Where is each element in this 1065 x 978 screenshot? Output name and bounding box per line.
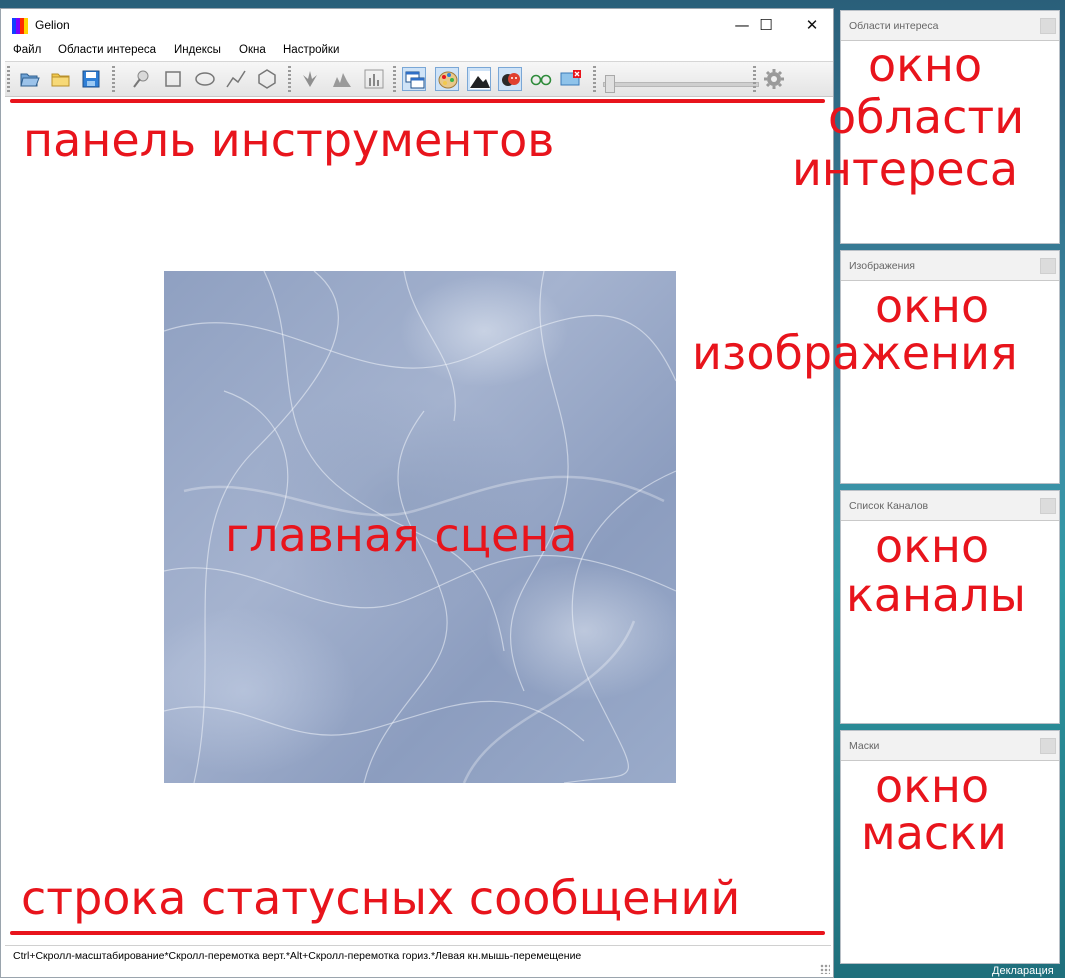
roi-annotation-line-3: интереса [792,142,1019,196]
title-bar[interactable]: Gelion — ☐ ✕ [1,9,833,41]
menu-windows[interactable]: Окна [239,44,266,56]
settings-gear-icon[interactable] [762,67,786,91]
menu-file[interactable]: Файл [13,44,41,56]
main-window: Gelion — ☐ ✕ Файл Области интереса Индек… [0,8,834,978]
masks-panel-title: Маски [841,731,1059,761]
window-title: Gelion [35,18,70,32]
menu-bar: Файл Области интереса Индексы Окна Настр… [1,42,833,60]
folder-icon[interactable] [49,67,73,91]
glasses-icon[interactable] [529,67,553,91]
histogram-icon[interactable] [330,67,354,91]
zoom-slider-thumb[interactable] [605,75,615,93]
images-panel-float-button[interactable] [1040,258,1056,274]
roi-panel-title: Области интереса [841,11,1059,41]
landscape-icon[interactable] [467,67,491,91]
roi-annotation-line-1: окно [868,38,983,92]
images-panel-title: Изображения [841,251,1059,281]
bar-chart-icon[interactable] [362,67,386,91]
menu-settings[interactable]: Настройки [283,44,339,56]
menu-roi[interactable]: Области интереса [58,44,156,56]
masks-annotation-line-1: окно [875,759,990,813]
statusbar-annotation: строка статусных сообщений [21,871,741,925]
close-image-icon[interactable] [559,67,583,91]
windows-icon[interactable] [402,67,426,91]
pin-icon[interactable] [129,67,153,91]
close-button[interactable]: ✕ [789,9,835,41]
toolbar-underline [10,99,825,103]
plant-icon[interactable] [298,67,322,91]
rect-select-icon[interactable] [161,67,185,91]
polyline-icon[interactable] [224,67,248,91]
zoom-slider-track[interactable] [603,82,759,87]
maximize-button[interactable]: ☐ [743,9,789,41]
resize-grip[interactable] [820,964,830,974]
scene-annotation: главная сцена [225,508,578,562]
polygon-icon[interactable] [255,67,279,91]
toolbar [5,61,833,97]
roi-panel-float-button[interactable] [1040,18,1056,34]
taskbar-label: Декларация [992,965,1054,977]
channels-annotation-line-2: каналы [846,568,1026,622]
masks-panel-float-button[interactable] [1040,738,1056,754]
channels-annotation-line-1: окно [875,519,990,573]
palette-icon[interactable] [435,67,459,91]
save-icon[interactable] [79,67,103,91]
images-annotation-line-1: окно [875,279,990,333]
open-folder-icon[interactable] [18,67,42,91]
status-bar: Ctrl+Скролл-масштабирование*Скролл-перем… [5,945,831,965]
masks-icon[interactable] [498,67,522,91]
menu-indexes[interactable]: Индексы [174,44,221,56]
toolbar-annotation: панель инструментов [23,113,555,167]
channels-panel-float-button[interactable] [1040,498,1056,514]
masks-annotation-line-2: маски [861,806,1007,860]
app-icon [12,18,28,34]
ellipse-select-icon[interactable] [193,67,217,91]
channels-panel-title: Список Каналов [841,491,1059,521]
roi-annotation-line-2: области [828,90,1025,144]
statusbar-underline [10,931,825,935]
images-annotation-line-2: изображения [692,326,1018,380]
